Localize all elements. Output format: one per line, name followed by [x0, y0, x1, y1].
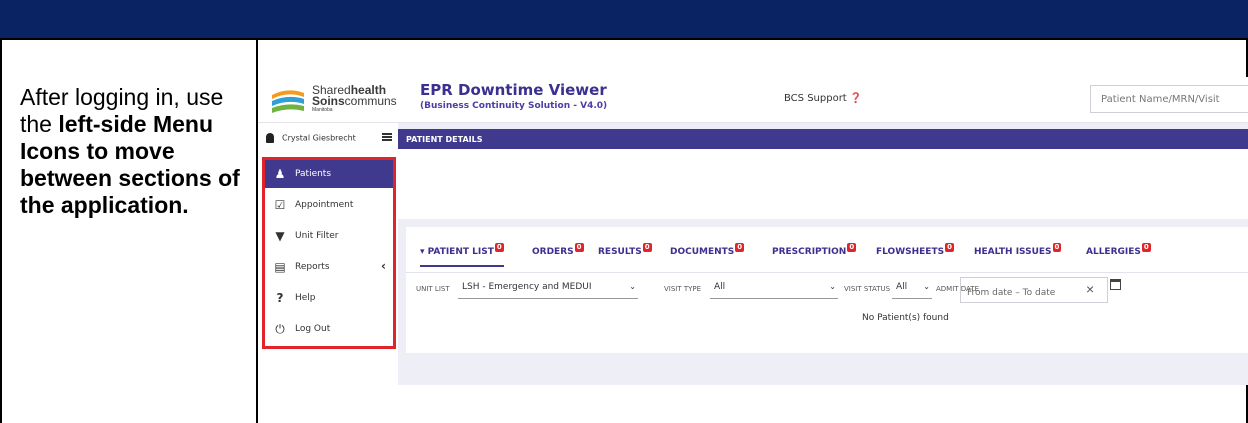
reports-icon: ▤: [274, 260, 286, 274]
tab-label: FLOWSHEETS: [876, 247, 945, 257]
app-subtitle: (Business Continuity Solution - V4.0): [420, 101, 608, 111]
tab-count-badge: 0: [735, 243, 745, 252]
tab-label: PATIENT LIST: [427, 247, 494, 257]
hamburger-menu-icon[interactable]: [382, 133, 392, 141]
tab-label: ORDERS: [532, 247, 574, 257]
bcs-support-link[interactable]: BCS Support ❓: [784, 93, 862, 104]
logo-communs: communs: [344, 94, 397, 108]
chevron-left-icon[interactable]: ‹: [381, 259, 386, 273]
tab-results[interactable]: RESULTS 0: [598, 243, 652, 257]
app-title: EPR Downtime Viewer: [420, 81, 607, 99]
app-screenshot: Sharedhealth Soinscommuns Manitoba EPR D…: [258, 77, 1248, 385]
sidebar-user: Crystal Giesbrecht: [266, 133, 356, 143]
chevron-down-icon: ⌄: [829, 282, 836, 291]
patient-search-input[interactable]: Patient Name/MRN/Visit: [1090, 85, 1248, 113]
menu-highlight-box: ♟ Patients ☑ Appointment ▼ Unit Filter ▤…: [262, 157, 396, 349]
instruction-text: After logging in, use the left-side Menu…: [20, 84, 248, 219]
patients-icon: ♟: [274, 167, 286, 181]
empty-state-message: No Patient(s) found: [862, 313, 949, 323]
patient-filters: UNIT LIST LSH - Emergency and MEDUI ⌄ VIS…: [406, 273, 1248, 303]
sidebar-item-label: Unit Filter: [295, 231, 339, 241]
tab-flowsheets[interactable]: FLOWSHEETS 0: [876, 243, 954, 257]
tab-panel: ▾ PATIENT LIST 0 ORDERS 0 RESULTS 0 DOCUMEN…: [406, 227, 1248, 353]
unit-list-label: UNIT LIST: [416, 285, 450, 293]
sidebar-item-label: Patients: [295, 169, 332, 179]
visit-type-value: All: [714, 282, 726, 292]
patient-details-panel: [398, 149, 1248, 219]
main-content: PATIENT DETAILS ▾ PATIENT LIST 0 ORDERS 0 …: [398, 123, 1248, 385]
sidebar: Crystal Giesbrecht ♟ Patients ☑ Appointm…: [258, 123, 398, 385]
shared-health-logo: Sharedhealth Soinscommuns Manitoba: [270, 83, 404, 117]
tab-count-badge: 0: [642, 243, 652, 252]
tab-label: RESULTS: [598, 247, 642, 257]
sidebar-item-reports[interactable]: ▤ Reports ‹: [265, 253, 393, 281]
logo-soins: Soins: [312, 94, 345, 108]
unit-list-select[interactable]: LSH - Emergency and MEDUI ⌄: [458, 279, 638, 299]
power-icon: ⏻: [275, 322, 285, 336]
tab-orders[interactable]: ORDERS 0: [532, 243, 584, 257]
sidebar-item-label: Reports: [295, 262, 330, 272]
tab-label: DOCUMENTS: [670, 247, 735, 257]
visit-status-label: VISIT STATUS: [844, 285, 891, 293]
unit-list-value: LSH - Emergency and MEDUI: [462, 282, 592, 292]
chevron-down-icon: ⌄: [629, 282, 636, 291]
tab-prescription[interactable]: PRESCRIPTION 0: [772, 243, 857, 257]
tab-count-badge: 0: [494, 243, 504, 252]
tab-count-badge: 0: [1052, 243, 1062, 252]
tab-count-badge: 0: [574, 243, 584, 252]
sidebar-item-label: Appointment: [295, 200, 354, 210]
visit-status-value: All: [896, 282, 908, 292]
tab-label: HEALTH ISSUES: [974, 247, 1052, 257]
tab-allergies[interactable]: ALLERGIES 0: [1086, 243, 1151, 257]
tab-health-issues[interactable]: HEALTH ISSUES 0: [974, 243, 1062, 257]
sidebar-user-name: Crystal Giesbrecht: [282, 133, 356, 143]
sidebar-item-label: Log Out: [295, 324, 331, 334]
sidebar-item-appointment[interactable]: ☑ Appointment: [265, 191, 393, 219]
document-header-bar: [0, 0, 1248, 38]
calendar-picker-icon[interactable]: [1110, 279, 1121, 290]
tab-patient-list[interactable]: ▾ PATIENT LIST 0: [420, 243, 504, 267]
filter-icon: ▼: [275, 229, 285, 243]
visit-status-select[interactable]: All ⌄: [892, 279, 932, 299]
shared-health-logo-icon: [272, 90, 304, 113]
visit-type-label: VISIT TYPE: [664, 285, 702, 293]
tab-documents[interactable]: DOCUMENTS 0: [670, 243, 745, 257]
tab-bar: ▾ PATIENT LIST 0 ORDERS 0 RESULTS 0 DOCUMEN…: [406, 227, 1248, 273]
app-topbar: Sharedhealth Soinscommuns Manitoba EPR D…: [258, 77, 1248, 123]
patient-details-header: PATIENT DETAILS: [398, 129, 1248, 149]
sidebar-item-label: Help: [295, 293, 316, 303]
tab-count-badge: 0: [1141, 243, 1151, 252]
user-icon: [266, 133, 274, 143]
clear-date-icon[interactable]: ×: [1086, 281, 1094, 297]
sidebar-item-help[interactable]: ? Help: [265, 284, 393, 312]
help-icon: ?: [276, 291, 284, 305]
calendar-icon: ☑: [274, 198, 286, 212]
sidebar-item-log-out[interactable]: ⏻ Log Out: [265, 315, 393, 343]
chevron-down-icon: ⌄: [923, 282, 930, 291]
tab-label: PRESCRIPTION: [772, 247, 847, 257]
tab-count-badge: 0: [847, 243, 857, 252]
tab-label: ALLERGIES: [1086, 247, 1141, 257]
visit-type-select[interactable]: All ⌄: [710, 279, 838, 299]
dropdown-caret-icon: ▾: [420, 247, 428, 257]
tab-count-badge: 0: [945, 243, 954, 252]
sidebar-item-unit-filter[interactable]: ▼ Unit Filter: [265, 222, 393, 250]
sidebar-item-patients[interactable]: ♟ Patients: [265, 160, 393, 188]
